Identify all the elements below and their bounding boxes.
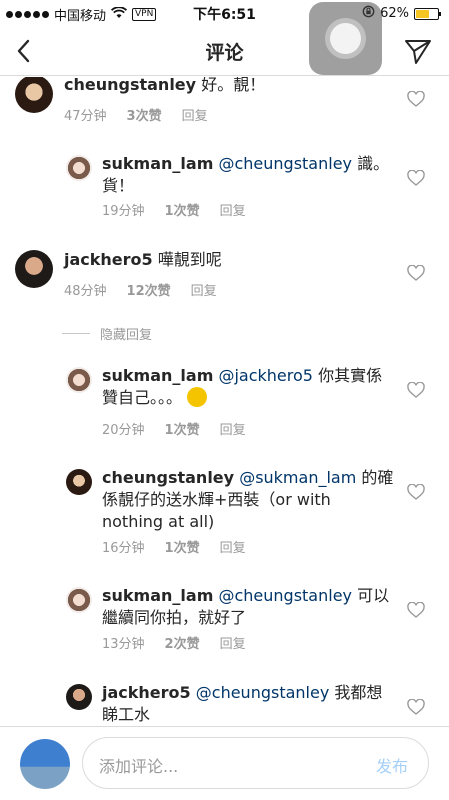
smirk-emoji-icon	[187, 387, 208, 407]
avatar[interactable]	[66, 684, 92, 710]
mention-link[interactable]: @cheungstanley	[218, 586, 352, 605]
heart-icon[interactable]	[407, 699, 425, 715]
reply-button[interactable]: 回复	[220, 200, 246, 219]
battery-percent: 62%	[380, 6, 409, 21]
username[interactable]: sukman_lam	[102, 154, 213, 173]
comment-text: sukman_lam @cheungstanley 識。 貨！	[102, 153, 402, 197]
comment-text: cheungstanley 好。靚！	[64, 77, 384, 96]
comment-body-line-2: 睇工水	[102, 705, 151, 724]
heart-icon[interactable]	[407, 265, 425, 281]
send-button[interactable]	[403, 36, 433, 66]
heart-icon[interactable]	[407, 91, 425, 107]
heart-icon[interactable]	[407, 484, 425, 500]
reply-button[interactable]: 回复	[220, 537, 246, 556]
likes-count[interactable]: 1次赞	[165, 537, 200, 556]
comment-meta: 48分钟 12次赞 回复	[64, 280, 217, 299]
comment-text: jackhero5 嘩靚到呢	[64, 249, 384, 271]
reply-button[interactable]: 回复	[220, 633, 246, 652]
comment-list[interactable]: cheungstanley 好。靚！ 47分钟 3次赞 回复 sukman_la…	[0, 77, 449, 725]
comment-time: 48分钟	[64, 284, 107, 299]
likes-count[interactable]: 2次赞	[165, 633, 200, 652]
comment-time: 47分钟	[64, 109, 107, 124]
comment-meta: 16分钟 1次赞 回复	[102, 537, 246, 556]
mention-link[interactable]: @cheungstanley	[196, 683, 330, 702]
comment-text: sukman_lam @jackhero5 你其實係 贊自己。。。	[102, 365, 402, 409]
avatar[interactable]	[15, 250, 53, 288]
username[interactable]: sukman_lam	[102, 366, 213, 385]
comment-meta: 20分钟 1次赞 回复	[102, 419, 246, 438]
avatar[interactable]	[66, 155, 92, 181]
comment-time: 13分钟	[102, 637, 145, 652]
likes-count[interactable]: 3次赞	[127, 105, 162, 124]
username[interactable]: cheungstanley	[64, 77, 196, 94]
heart-icon[interactable]	[407, 382, 425, 398]
username[interactable]: jackhero5	[102, 683, 191, 702]
comment-body: 的確	[361, 468, 394, 487]
comment-body: 可以	[357, 586, 390, 605]
reply-button[interactable]: 回复	[220, 419, 246, 438]
comment-time: 20分钟	[102, 423, 145, 438]
comment-time: 16分钟	[102, 541, 145, 556]
post-button[interactable]: 发布	[376, 753, 408, 777]
assistive-touch-button[interactable]	[309, 2, 382, 75]
avatar[interactable]	[66, 367, 92, 393]
comment-body-line-2: 繼續同你拍，就好了	[102, 608, 247, 627]
reply-button[interactable]: 回复	[182, 105, 208, 124]
username[interactable]: jackhero5	[64, 250, 153, 269]
comment-text: sukman_lam @cheungstanley 可以 繼續同你拍，就好了	[102, 585, 402, 629]
username[interactable]: cheungstanley	[102, 468, 234, 487]
paper-plane-icon	[405, 40, 431, 64]
comment-body: 嘩靚到呢	[157, 250, 222, 269]
my-avatar	[20, 739, 70, 789]
avatar[interactable]	[66, 587, 92, 613]
hide-replies-label: 隐藏回复	[100, 328, 153, 343]
likes-count[interactable]: 1次赞	[165, 200, 200, 219]
heart-icon[interactable]	[407, 170, 425, 186]
likes-count[interactable]: 1次赞	[165, 419, 200, 438]
comment-input[interactable]: 添加评论... 发布	[82, 737, 429, 789]
comment-time: 19分钟	[102, 204, 145, 219]
comment-composer: 添加评论... 发布	[0, 726, 449, 800]
comment-body: 我都想	[334, 683, 383, 702]
heart-icon[interactable]	[407, 602, 425, 618]
comment-body-line-2: 係靚仔的送水輝+西裝（or with	[102, 490, 331, 509]
likes-count[interactable]: 12次赞	[127, 280, 171, 299]
comment-body-line-3: nothing at all)	[102, 512, 215, 531]
mention-link[interactable]: @sukman_lam	[239, 468, 356, 487]
avatar[interactable]	[66, 469, 92, 495]
comment-body: 你其實係	[318, 366, 383, 385]
reply-button[interactable]: 回复	[191, 280, 217, 299]
battery-icon	[414, 7, 441, 20]
comment-body: 識。	[357, 154, 390, 173]
mention-link[interactable]: @cheungstanley	[218, 154, 352, 173]
avatar[interactable]	[15, 77, 53, 113]
comment-body-line-2: 贊自己。。。	[102, 388, 183, 407]
username[interactable]: sukman_lam	[102, 586, 213, 605]
comment-meta: 47分钟 3次赞 回复	[64, 105, 208, 124]
comment-text: jackhero5 @cheungstanley 我都想 睇工水	[102, 682, 402, 725]
comment-text: cheungstanley @sukman_lam 的確 係靚仔的送水輝+西裝（…	[102, 467, 402, 533]
divider	[62, 333, 90, 334]
hide-replies-button[interactable]: 隐藏回复	[62, 324, 152, 343]
comment-meta: 19分钟 1次赞 回复	[102, 200, 246, 219]
comment-body: 好。靚！	[201, 77, 266, 94]
mention-link[interactable]: @jackhero5	[218, 366, 313, 385]
comment-input-placeholder: 添加评论...	[99, 757, 179, 776]
comment-meta: 13分钟 2次赞 回复	[102, 633, 246, 652]
comment-body-line-2: 貨！	[102, 176, 135, 195]
